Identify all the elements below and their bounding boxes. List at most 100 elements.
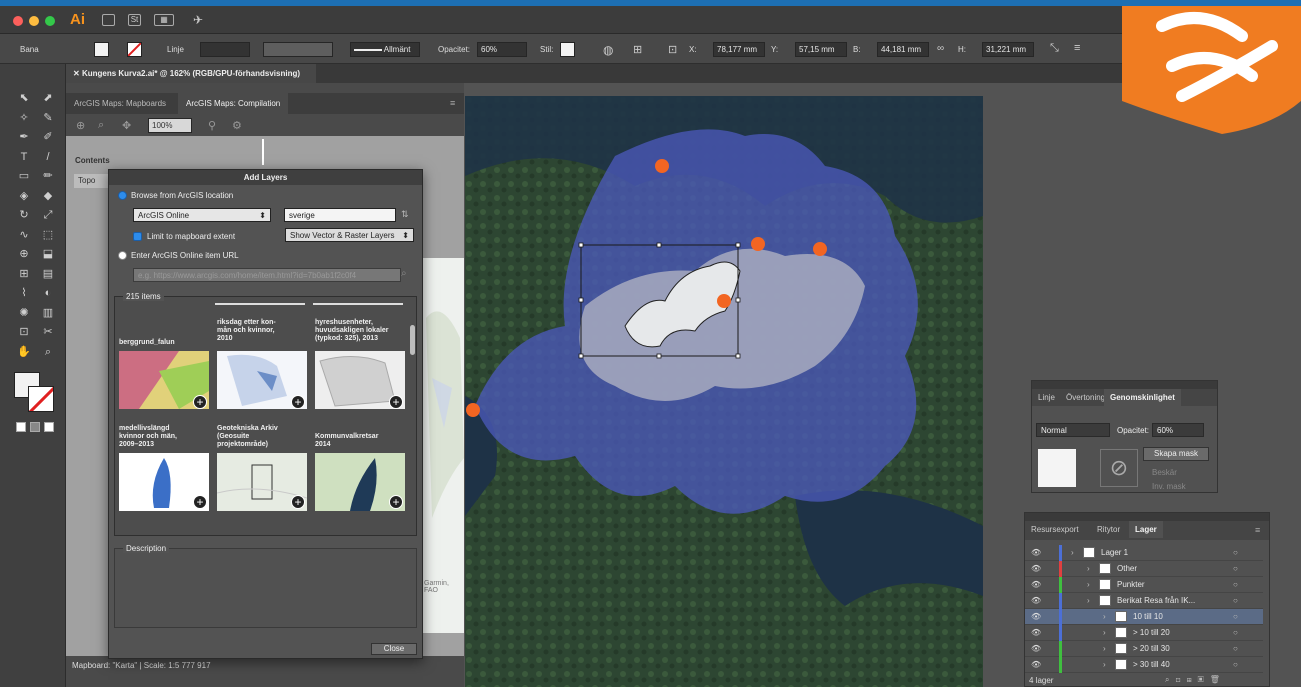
magic-wand-tool-icon[interactable]: ✧ [16,110,32,126]
tab-layers[interactable]: Lager [1129,521,1163,538]
gpu-performance-icon[interactable]: ✈ [193,13,203,27]
item-tile[interactable]: berggrund_falun + [119,315,209,415]
scale-tool-icon[interactable]: ⤢ [40,207,56,223]
curvature-tool-icon[interactable]: ✐ [40,129,56,145]
paintbrush-tool-icon[interactable]: ✏ [40,168,56,184]
x-field[interactable]: 78,177 mm [713,42,765,57]
limit-extent-checkbox[interactable] [133,232,142,241]
target-icon[interactable]: ○ [1233,644,1238,653]
direct-selection-tool-icon[interactable]: ⬈ [40,90,56,106]
target-icon[interactable]: ○ [1233,660,1238,669]
layer-row[interactable]: 👁 › Berikat Resa från IK... ○ [1025,593,1263,609]
eraser-tool-icon[interactable]: ◆ [40,188,56,204]
close-tab-icon[interactable]: ✕ [73,69,82,78]
eye-icon[interactable]: 👁 [1031,580,1041,589]
y-field[interactable]: 57,15 mm [795,42,847,57]
settings-icon[interactable]: ⚙ [232,119,242,132]
blend-tool-icon[interactable]: ◐ [40,285,56,301]
add-item-icon[interactable]: + [193,395,207,409]
layer-row[interactable]: 👁 › > 30 till 40 ○ [1025,657,1263,673]
chevron-right-icon[interactable]: › [1087,580,1090,589]
shape-builder-tool-icon[interactable]: ⊕ [16,246,32,262]
add-item-icon[interactable]: + [291,395,305,409]
layer-row[interactable]: 👁 › Lager 1 ○ [1025,545,1263,561]
symbol-sprayer-tool-icon[interactable]: ✺ [16,305,32,321]
tab-artboards[interactable]: Ritytor [1091,521,1126,538]
fill-swatch[interactable] [94,42,109,57]
close-button[interactable]: Close [371,643,417,655]
item-tile[interactable]: medellivslängd kvinnor och män, 2009–201… [119,425,209,525]
eye-icon[interactable]: 👁 [1031,628,1041,637]
target-icon[interactable]: ○ [1233,580,1238,589]
stroke-color-swatch[interactable] [28,386,54,412]
make-mask-button[interactable]: Skapa mask [1143,447,1209,461]
eye-icon[interactable]: 👁 [1031,612,1041,621]
target-icon[interactable]: ○ [1233,612,1238,621]
target-icon[interactable]: ○ [1233,548,1238,557]
artboard-tool-icon[interactable]: ⊡ [16,324,32,340]
line-tool-icon[interactable]: / [40,149,56,165]
layer-actions-icon[interactable]: ⌕⊡⊞▣🗑 [1165,675,1226,685]
layer-row[interactable]: 👁 › Other ○ [1025,561,1263,577]
layer-row[interactable]: 👁 › > 10 till 20 ○ [1025,625,1263,641]
pin-icon[interactable]: ⚲ [208,119,216,132]
eyedropper-tool-icon[interactable]: ⌇ [16,285,32,301]
pan-icon[interactable]: ✥ [122,119,131,132]
perspective-tool-icon[interactable]: ⬓ [40,246,56,262]
document-tab[interactable]: ✕ Kungens Kurva2.ai* @ 162% (RGB/GPU-för… [66,64,316,83]
slice-tool-icon[interactable]: ✂ [40,324,56,340]
zoom-window-button[interactable] [45,16,55,26]
map-artboard[interactable] [465,96,983,687]
invert-mask-checkbox-label[interactable]: Inv. mask [1152,482,1186,491]
chevron-right-icon[interactable]: › [1103,660,1106,669]
url-radio[interactable] [118,251,127,260]
chevron-right-icon[interactable]: › [1087,596,1090,605]
chevron-right-icon[interactable]: › [1103,612,1106,621]
chevron-right-icon[interactable]: › [1087,564,1090,573]
width-field[interactable]: 44,181 mm [877,42,929,57]
eye-icon[interactable]: 👁 [1031,644,1041,653]
zoom-field[interactable]: 100% [148,118,192,133]
rotate-tool-icon[interactable]: ↻ [16,207,32,223]
layer-row[interactable]: 👁 › 10 till 10 ○ [1025,609,1263,625]
eye-icon[interactable]: 👁 [1031,548,1041,557]
sort-icon[interactable]: ⇅ [401,209,409,220]
arrange-documents-icon[interactable]: ▦ [154,14,174,26]
graph-tool-icon[interactable]: ▥ [40,305,56,321]
browse-radio[interactable] [118,191,127,200]
tab-stroke[interactable]: Linje [1032,389,1061,406]
color-mode-icon[interactable] [16,422,26,432]
add-content-icon[interactable]: ⊕ [76,119,85,132]
shaper-tool-icon[interactable]: ◈ [16,188,32,204]
chevron-right-icon[interactable]: › [1103,628,1106,637]
source-select[interactable]: ArcGIS Online ⬍ [133,208,271,222]
filter-select[interactable]: Show Vector & Raster Layers ⬍ [285,228,414,242]
item-tile[interactable]: hyreshusenheter, huvudsakligen lokaler (… [315,315,405,415]
panel-menu-icon[interactable]: ≡ [1074,42,1080,54]
variable-width-field[interactable] [263,42,333,57]
none-mode-icon[interactable] [44,422,54,432]
hand-tool-icon[interactable]: ✋ [16,344,32,360]
gradient-mode-icon[interactable] [30,422,40,432]
tab-asset-export[interactable]: Resursexport [1025,521,1085,538]
stroke-swatch[interactable] [127,42,142,57]
rectangle-tool-icon[interactable]: ▭ [16,168,32,184]
panel-grip[interactable] [1025,513,1269,521]
type-tool-icon[interactable]: T [16,149,32,165]
graphic-style-swatch[interactable] [560,42,575,57]
constrain-proportions-icon[interactable]: ∞ [937,43,944,54]
layer-row[interactable]: 👁 › > 20 till 30 ○ [1025,641,1263,657]
add-item-icon[interactable]: + [291,495,305,509]
search-input[interactable]: sverige [284,208,396,222]
mesh-tool-icon[interactable]: ⊞ [16,266,32,282]
brush-definition-select[interactable]: Allmänt [350,42,420,57]
lasso-tool-icon[interactable]: ✎ [40,110,56,126]
warp-tool-icon[interactable]: ∿ [16,227,32,243]
height-field[interactable]: 31,221 mm [982,42,1034,57]
pen-tool-icon[interactable]: ✒ [16,129,32,145]
gradient-tool-icon[interactable]: ▤ [40,266,56,282]
transform-icon[interactable]: ⤡ [1050,42,1059,55]
opacity-field[interactable]: 60% [477,42,527,57]
recolor-artwork-icon[interactable]: ◍ [603,43,613,57]
panel-menu-icon[interactable]: ≡ [1255,525,1260,535]
